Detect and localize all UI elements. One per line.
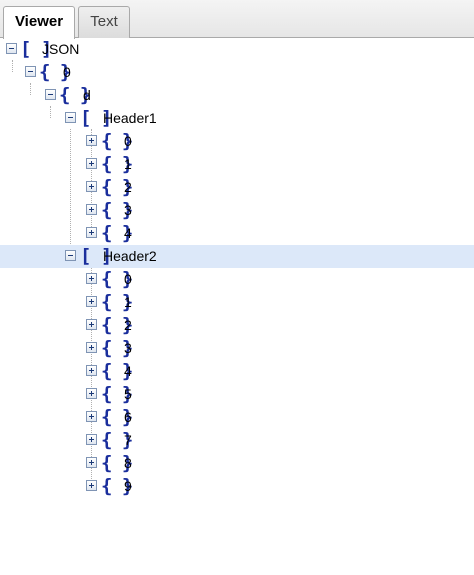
collapse-toggle-icon[interactable] [65, 250, 76, 261]
node-label: 3 [124, 202, 132, 218]
tree-node-header2-item[interactable]: { } 1 [0, 291, 474, 314]
node-label: d [83, 87, 91, 103]
tree-node-header1-item[interactable]: { } 4 [0, 222, 474, 245]
tab-bar: Viewer Text [0, 0, 474, 39]
tree-node-header2-item[interactable]: { } 4 [0, 360, 474, 383]
expand-toggle-icon[interactable] [86, 204, 97, 215]
expand-toggle-icon[interactable] [86, 319, 97, 330]
tree-node-header2-item[interactable]: { } 7 [0, 429, 474, 452]
expand-toggle-icon[interactable] [86, 480, 97, 491]
expand-toggle-icon[interactable] [86, 158, 97, 169]
node-label: 0 [124, 271, 132, 287]
collapse-toggle-icon[interactable] [65, 112, 76, 123]
expand-toggle-icon[interactable] [86, 296, 97, 307]
tree-node-header1-item[interactable]: { } 3 [0, 199, 474, 222]
node-label: 2 [124, 317, 132, 333]
expand-toggle-icon[interactable] [86, 365, 97, 376]
tree-node-header1-item[interactable]: { } 1 [0, 153, 474, 176]
tree-node-header2-item[interactable]: { } 0 [0, 268, 474, 291]
tree-node-header2-item[interactable]: { } 6 [0, 406, 474, 429]
node-label: Header2 [103, 248, 157, 264]
tree-node-header2-item[interactable]: { } 9 [0, 475, 474, 498]
node-label: 0 [124, 133, 132, 149]
expand-toggle-icon[interactable] [86, 434, 97, 445]
node-label: JSON [42, 41, 80, 57]
node-label: 4 [124, 363, 132, 379]
expand-toggle-icon[interactable] [86, 135, 97, 146]
tree-node-header1-item[interactable]: { } 0 [0, 130, 474, 153]
collapse-toggle-icon[interactable] [6, 43, 17, 54]
node-label: 7 [124, 432, 132, 448]
expand-toggle-icon[interactable] [86, 388, 97, 399]
node-label: Header1 [103, 110, 157, 126]
node-label: 5 [124, 386, 132, 402]
tree-node-0[interactable]: { } 0 [0, 61, 474, 84]
expand-toggle-icon[interactable] [86, 342, 97, 353]
collapse-toggle-icon[interactable] [25, 66, 36, 77]
node-label: 2 [124, 179, 132, 195]
tree-node-header1-item[interactable]: { } 2 [0, 176, 474, 199]
tree-node-header1[interactable]: [ ] Header1 [0, 107, 474, 130]
expand-toggle-icon[interactable] [86, 181, 97, 192]
tree-node-json[interactable]: [ ] JSON [0, 38, 474, 61]
tree-node-header2-item[interactable]: { } 8 [0, 452, 474, 475]
node-label: 1 [124, 156, 132, 172]
node-label: 1 [124, 294, 132, 310]
node-label: 6 [124, 409, 132, 425]
expand-toggle-icon[interactable] [86, 227, 97, 238]
tree-node-header2-item[interactable]: { } 3 [0, 337, 474, 360]
tree-node-header2[interactable]: [ ] Header2 [0, 245, 474, 268]
tab-text[interactable]: Text [78, 6, 130, 38]
node-label: 4 [124, 225, 132, 241]
node-label: 9 [124, 478, 132, 494]
json-tree: [ ] JSON { } 0 { } d [ ] Header1 { } 0 {… [0, 38, 474, 575]
collapse-toggle-icon[interactable] [45, 89, 56, 100]
tree-node-d[interactable]: { } d [0, 84, 474, 107]
node-label: 0 [63, 64, 71, 80]
node-label: 3 [124, 340, 132, 356]
expand-toggle-icon[interactable] [86, 411, 97, 422]
tree-node-header2-item[interactable]: { } 5 [0, 383, 474, 406]
expand-toggle-icon[interactable] [86, 273, 97, 284]
tab-viewer[interactable]: Viewer [3, 6, 75, 39]
node-label: 8 [124, 455, 132, 471]
expand-toggle-icon[interactable] [86, 457, 97, 468]
tree-node-header2-item[interactable]: { } 2 [0, 314, 474, 337]
